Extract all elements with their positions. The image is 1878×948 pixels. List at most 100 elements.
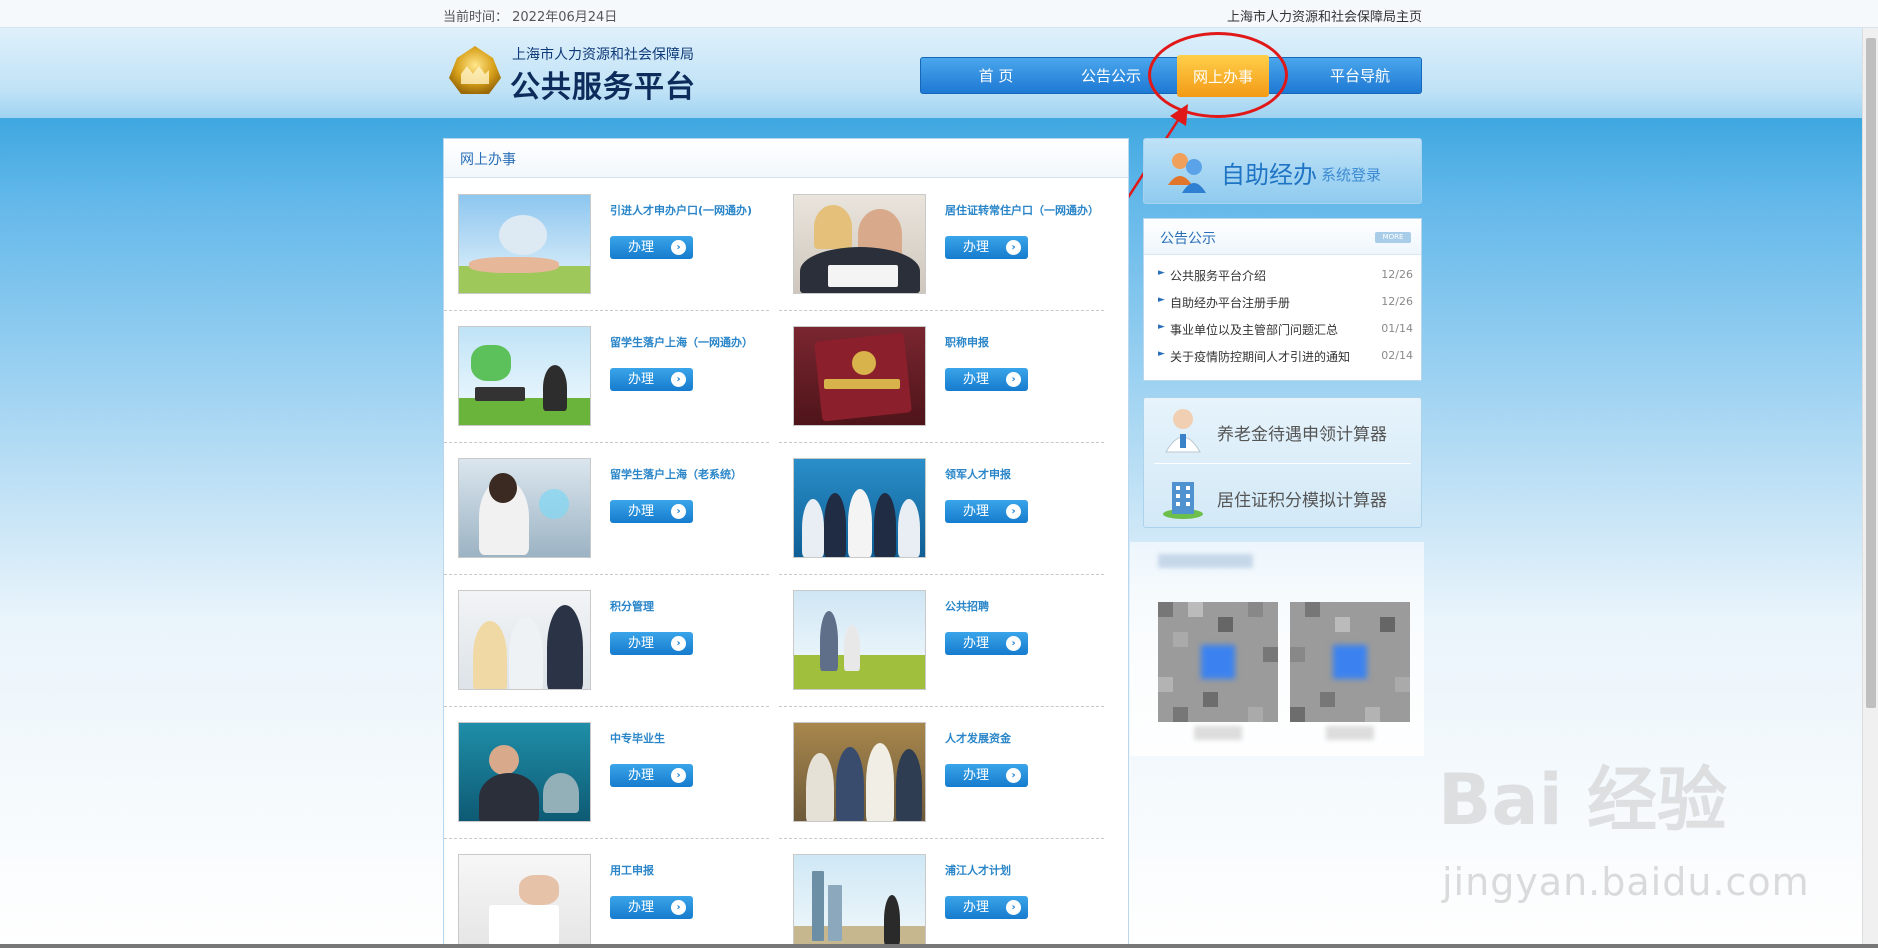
users-icon [1168, 153, 1206, 193]
service-title[interactable]: 积分管理 [610, 598, 654, 614]
service-item: 留学生落户上海（老系统） 办理 › [444, 443, 769, 575]
online-services-panel: 网上办事 引进人才申办户口(一网通办) 办理 › 居住证转常住户口（一网通办） 办… [443, 138, 1129, 948]
panel-header: 网上办事 [444, 139, 1128, 178]
chevron-right-icon: › [671, 636, 686, 651]
building-icon [1163, 482, 1203, 519]
handle-button[interactable]: 办理 › [945, 632, 1028, 655]
handle-button[interactable]: 办理 › [610, 500, 693, 523]
qr-code-image [1158, 602, 1278, 722]
service-title[interactable]: 中专毕业生 [610, 730, 665, 746]
qr-caption-blurred [1194, 726, 1242, 740]
handle-button[interactable]: 办理 › [945, 896, 1028, 919]
self-service-login-banner[interactable]: 自助经办 系统登录 [1143, 138, 1422, 204]
handle-button[interactable]: 办理 › [610, 896, 693, 919]
arrow-right-icon: ► [1158, 322, 1165, 332]
service-title[interactable]: 浦江人才计划 [945, 862, 1011, 878]
notice-item[interactable]: ► 事业单位以及主管部门问题汇总 01/14 [1158, 320, 1413, 340]
business-team-image[interactable] [793, 458, 926, 558]
chevron-right-icon: › [1006, 240, 1021, 255]
service-item: 职称申报 办理 › [779, 311, 1104, 443]
hand-house-image[interactable] [458, 194, 591, 294]
woman-touchscreen-image[interactable] [458, 458, 591, 558]
bottom-edge [0, 944, 1878, 948]
household-booklet-image[interactable] [793, 326, 926, 426]
service-title[interactable]: 居住证转常住户口（一网通办） [945, 202, 1099, 218]
service-item: 引进人才申办户口(一网通办) 办理 › [444, 179, 769, 311]
chevron-right-icon: › [1006, 372, 1021, 387]
arrow-right-icon: ► [1158, 349, 1165, 359]
logo-title: 公共服务平台 [510, 70, 696, 105]
office-workers-image[interactable] [458, 590, 591, 690]
service-item: 留学生落户上海（一网通办） 办理 › [444, 311, 769, 443]
panel-title: 网上办事 [460, 152, 516, 168]
nav-platform-guide[interactable]: 平台导航 [1305, 58, 1415, 95]
service-item: 积分管理 办理 › [444, 575, 769, 707]
family-field-image[interactable] [793, 590, 926, 690]
service-item: 公共招聘 办理 › [779, 575, 1104, 707]
writing-hand-image[interactable] [458, 854, 591, 948]
notice-box: 公告公示 MORE ► 公共服务平台介绍 12/26 ► 自助经办平台注册手册 … [1143, 218, 1422, 381]
notice-item[interactable]: ► 自助经办平台注册手册 12/26 [1158, 293, 1413, 313]
handle-button[interactable]: 办理 › [610, 236, 693, 259]
service-item: 居住证转常住户口（一网通办） 办理 › [779, 179, 1104, 311]
self-service-title: 自助经办 [1221, 161, 1317, 189]
notice-title: 公告公示 [1160, 231, 1216, 247]
logo-subtitle: 上海市人力资源和社会保障局 [512, 47, 694, 63]
more-button[interactable]: MORE [1375, 232, 1411, 243]
chevron-right-icon: › [671, 504, 686, 519]
bureau-home-link[interactable]: 上海市人力资源和社会保障局主页 [1227, 6, 1422, 25]
chevron-right-icon: › [671, 240, 686, 255]
qr-caption-blurred [1326, 726, 1374, 740]
service-title[interactable]: 用工申报 [610, 862, 654, 878]
handle-button[interactable]: 办理 › [610, 368, 693, 391]
student-laptop-image[interactable] [458, 326, 591, 426]
chevron-right-icon: › [1006, 636, 1021, 651]
top-bar: 当前时间： 2022年06月24日 上海市人力资源和社会保障局主页 [0, 0, 1878, 28]
handle-button[interactable]: 办理 › [945, 500, 1028, 523]
nav-home[interactable]: 首 页 [951, 58, 1041, 95]
handle-button[interactable]: 办理 › [945, 236, 1028, 259]
handle-button[interactable]: 办理 › [945, 764, 1028, 787]
couple-photo-image[interactable] [793, 194, 926, 294]
residence-points-calculator-link[interactable]: 居住证积分模拟计算器 [1144, 464, 1421, 528]
logo-emblem-icon [449, 46, 501, 94]
arrow-right-icon: ► [1158, 295, 1165, 305]
qr-heading-blurred [1158, 554, 1253, 568]
scrollbar-thumb[interactable] [1866, 38, 1876, 708]
watermark-url: jingyan.baidu.com [1442, 860, 1810, 904]
qr-code-image [1290, 602, 1410, 722]
service-item: 用工申报 办理 › [444, 839, 769, 948]
notice-item[interactable]: ► 关于疫情防控期间人才引进的通知 02/14 [1158, 347, 1413, 367]
service-title[interactable]: 人才发展资金 [945, 730, 1011, 746]
handle-button[interactable]: 办理 › [610, 764, 693, 787]
pension-calculator-link[interactable]: 养老金待遇申领计算器 [1144, 398, 1421, 462]
service-item: 领军人才申报 办理 › [779, 443, 1104, 575]
service-title[interactable]: 引进人才申办户口(一网通办) [610, 202, 752, 218]
chevron-right-icon: › [1006, 900, 1021, 915]
service-title[interactable]: 职称申报 [945, 334, 989, 350]
doctor-icon [1165, 409, 1201, 453]
service-item: 中专毕业生 办理 › [444, 707, 769, 839]
students-group-image[interactable] [793, 722, 926, 822]
chevron-right-icon: › [671, 768, 686, 783]
handle-button[interactable]: 办理 › [610, 632, 693, 655]
service-title[interactable]: 领军人才申报 [945, 466, 1011, 482]
handle-button[interactable]: 办理 › [945, 368, 1028, 391]
notice-header: 公告公示 MORE [1144, 219, 1421, 255]
notice-item[interactable]: ► 公共服务平台介绍 12/26 [1158, 266, 1413, 286]
current-date: 当前时间： 2022年06月24日 [443, 10, 618, 25]
service-title[interactable]: 公共招聘 [945, 598, 989, 614]
chevron-right-icon: › [1006, 768, 1021, 783]
service-title[interactable]: 留学生落户上海（一网通办） [610, 334, 753, 350]
graduate-image[interactable] [458, 722, 591, 822]
service-item: 人才发展资金 办理 › [779, 707, 1104, 839]
watermark-brand: Bai 经验 [1438, 759, 1727, 841]
chevron-right-icon: › [1006, 504, 1021, 519]
service-title[interactable]: 留学生落户上海（老系统） [610, 466, 742, 482]
chevron-right-icon: › [671, 372, 686, 387]
chevron-right-icon: › [671, 900, 686, 915]
city-skyline-image[interactable] [793, 854, 926, 948]
page-scrollbar[interactable] [1862, 28, 1878, 948]
arrow-right-icon: ► [1158, 268, 1165, 278]
qr-code-area [1130, 542, 1424, 756]
